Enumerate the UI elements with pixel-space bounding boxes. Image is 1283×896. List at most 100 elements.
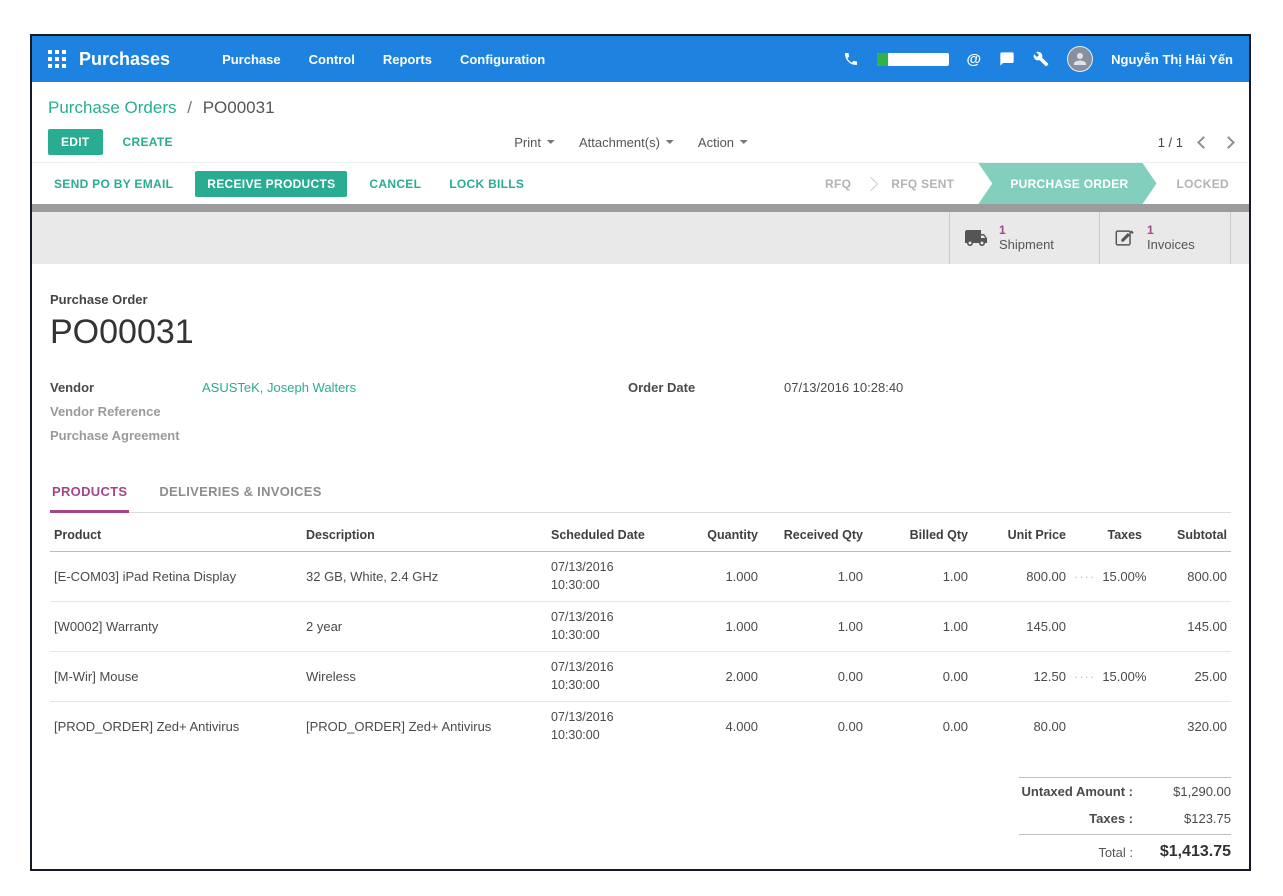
total-value: $1,413.75 [1143, 843, 1231, 861]
cell-description: Wireless [302, 652, 547, 702]
field-group-left: Vendor ASUSTeK, Joseph Walters Vendor Re… [50, 380, 628, 452]
statusbar: SEND PO BY EMAIL RECEIVE PRODUCTS CANCEL… [32, 162, 1249, 204]
chevron-down-icon [666, 140, 674, 144]
notebook-tabs: PRODUCTS DELIVERIES & INVOICES [50, 476, 1231, 513]
cell-scheduled-date: 07/13/201610:30:00 [547, 702, 662, 752]
phone-icon[interactable] [843, 51, 859, 67]
form-sheet: Purchase Order PO00031 Vendor ASUSTeK, J… [32, 264, 1249, 869]
top-navbar: Purchases Purchase Control Reports Confi… [32, 36, 1249, 82]
cancel-button[interactable]: CANCEL [363, 176, 427, 192]
cell-billed-qty: 0.00 [867, 702, 972, 752]
app-window: Purchases Purchase Control Reports Confi… [30, 34, 1251, 871]
menu-control[interactable]: Control [309, 52, 355, 67]
table-row[interactable]: [PROD_ORDER] Zed+ Antivirus [PROD_ORDER]… [50, 702, 1231, 752]
cell-product: [E-COM03] iPad Retina Display [50, 552, 302, 602]
apps-grid-icon[interactable] [48, 50, 66, 68]
user-avatar[interactable] [1067, 46, 1093, 72]
total-row: Total : $1,413.75 [1019, 834, 1231, 867]
state-rfq-sent[interactable]: RFQ SENT [871, 163, 974, 204]
col-subtotal: Subtotal [1146, 517, 1231, 552]
chat-icon[interactable] [999, 51, 1015, 67]
tab-products[interactable]: PRODUCTS [50, 476, 129, 513]
order-lines-table: Product Description Scheduled Date Quant… [50, 517, 1231, 751]
lock-bills-button[interactable]: LOCK BILLS [443, 176, 530, 192]
pager-next-icon[interactable] [1222, 136, 1235, 149]
field-group: Vendor ASUSTeK, Joseph Walters Vendor Re… [50, 380, 1231, 452]
col-taxes: Taxes [1070, 517, 1146, 552]
totals-box: Untaxed Amount : $1,290.00 Taxes : $123.… [1019, 777, 1231, 867]
invoices-count: 1 [1147, 223, 1195, 237]
tab-deliveries-invoices[interactable]: DELIVERIES & INVOICES [157, 476, 323, 512]
shipment-button[interactable]: 1 Shipment [949, 212, 1099, 264]
invoices-stat: 1 Invoices [1147, 223, 1195, 253]
state-locked[interactable]: LOCKED [1157, 163, 1249, 204]
vendor-field: Vendor ASUSTeK, Joseph Walters [50, 380, 628, 395]
pager-previous-icon[interactable] [1197, 136, 1210, 149]
edit-button[interactable]: EDIT [48, 129, 103, 155]
cell-scheduled-date: 07/13/201610:30:00 [547, 652, 662, 702]
table-row[interactable]: [W0002] Warranty 2 year 07/13/201610:30:… [50, 602, 1231, 652]
action-dropdown[interactable]: Action [698, 135, 748, 150]
mentions-icon[interactable]: @ [967, 51, 982, 68]
vendor-value-link[interactable]: ASUSTeK, Joseph Walters [202, 380, 356, 395]
breadcrumb-row: Purchase Orders / PO00031 [32, 82, 1249, 122]
shipment-label: Shipment [999, 237, 1054, 253]
invoices-button[interactable]: 1 Invoices [1099, 212, 1231, 264]
attachments-dropdown[interactable]: Attachment(s) [579, 135, 674, 150]
field-group-right: Order Date 07/13/2016 10:28:40 [628, 380, 903, 452]
table-row[interactable]: [M-Wir] Mouse Wireless 07/13/201610:30:0… [50, 652, 1231, 702]
breadcrumb-parent-link[interactable]: Purchase Orders [48, 98, 177, 117]
cell-billed-qty: 1.00 [867, 552, 972, 602]
create-button[interactable]: CREATE [117, 134, 179, 150]
cell-subtotal: 145.00 [1146, 602, 1231, 652]
chevron-down-icon [547, 140, 555, 144]
breadcrumb-current: PO00031 [203, 98, 275, 117]
menu-configuration[interactable]: Configuration [460, 52, 545, 67]
table-header-row: Product Description Scheduled Date Quant… [50, 517, 1231, 552]
cell-product: [W0002] Warranty [50, 602, 302, 652]
col-unit-price: Unit Price [972, 517, 1070, 552]
menu-purchase[interactable]: Purchase [222, 52, 281, 67]
cell-scheduled-date: 07/13/201610:30:00 [547, 602, 662, 652]
control-panel: EDIT CREATE Print Attachment(s) Action 1… [32, 122, 1249, 162]
purchase-agreement-field: Purchase Agreement [50, 428, 628, 443]
print-dropdown[interactable]: Print [514, 135, 555, 150]
user-menu[interactable]: Nguyễn Thị Hải Yến [1111, 52, 1233, 67]
receive-products-button[interactable]: RECEIVE PRODUCTS [195, 171, 347, 197]
order-date-label: Order Date [628, 380, 784, 452]
vendor-label: Vendor [50, 380, 202, 395]
send-po-by-email-button[interactable]: SEND PO BY EMAIL [48, 176, 179, 192]
cell-taxes: ····15.00% [1070, 652, 1146, 702]
cell-quantity: 4.000 [662, 702, 762, 752]
cell-received-qty: 1.00 [762, 552, 867, 602]
cell-description: 32 GB, White, 2.4 GHz [302, 552, 547, 602]
pager: 1 / 1 [1158, 135, 1233, 150]
cell-scheduled-date: 07/13/201610:30:00 [547, 552, 662, 602]
cell-subtotal: 320.00 [1146, 702, 1231, 752]
button-box-strip: 1 Shipment 1 Invoices [32, 212, 1249, 264]
cell-unit-price: 80.00 [972, 702, 1070, 752]
cell-product: [M-Wir] Mouse [50, 652, 302, 702]
cell-quantity: 1.000 [662, 602, 762, 652]
menu-reports[interactable]: Reports [383, 52, 432, 67]
cell-taxes [1070, 602, 1146, 652]
table-row[interactable]: [E-COM03] iPad Retina Display 32 GB, Whi… [50, 552, 1231, 602]
shipment-count: 1 [999, 223, 1054, 237]
pager-value: 1 / 1 [1158, 135, 1183, 150]
breadcrumb-separator: / [187, 98, 192, 117]
untaxed-amount-value: $1,290.00 [1143, 784, 1231, 799]
main-menu: Purchase Control Reports Configuration [222, 52, 545, 67]
taxes-label: Taxes : [1019, 811, 1143, 826]
cell-billed-qty: 0.00 [867, 652, 972, 702]
col-scheduled-date: Scheduled Date [547, 517, 662, 552]
button-box: 1 Shipment 1 Invoices [949, 212, 1231, 264]
planner-progress-bar[interactable] [877, 53, 949, 66]
progress-fill [877, 53, 888, 66]
cell-taxes: ····15.00% [1070, 552, 1146, 602]
state-purchase-order[interactable]: PURCHASE ORDER [978, 163, 1156, 204]
vendor-reference-field: Vendor Reference [50, 404, 628, 419]
separator-band [32, 204, 1249, 212]
tools-icon[interactable] [1033, 51, 1049, 67]
statusbar-buttons: SEND PO BY EMAIL RECEIVE PRODUCTS CANCEL… [48, 163, 530, 204]
state-rfq[interactable]: RFQ [805, 163, 871, 204]
